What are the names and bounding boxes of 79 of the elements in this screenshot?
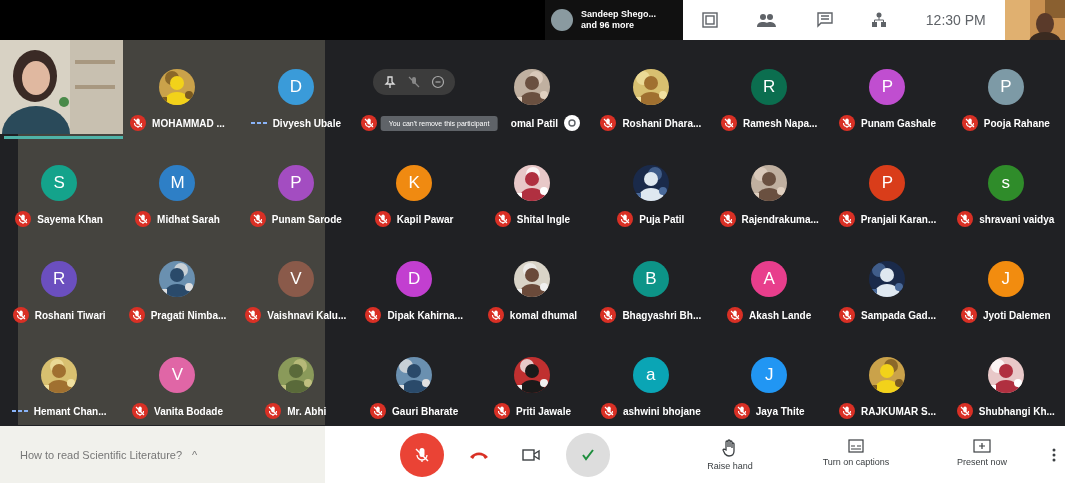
chat-icon[interactable] [817, 12, 833, 28]
participant-name: Hemant Chan... [33, 405, 107, 417]
participant-name: Priti Jawale [515, 405, 571, 417]
raise-hand-button[interactable]: Raise hand [670, 439, 790, 471]
clock: 12:30 PM [925, 12, 986, 28]
people-icon[interactable] [756, 12, 779, 28]
avatar: R [751, 69, 788, 105]
present-icon [973, 439, 991, 453]
participant-name: Midhat Sarah [157, 213, 220, 225]
present-button[interactable]: Present now [922, 439, 1042, 471]
participant-name: Gauri Bharate [392, 405, 459, 417]
participant-name: Roshani Tiwari [34, 309, 106, 321]
participant-name: Dipak Kahirna... [387, 309, 463, 321]
participant-name: Jyoti Dalemen [982, 309, 1051, 321]
participant-name: ashwini bhojane [622, 405, 701, 417]
participant-name: Punam Gashale [860, 117, 936, 129]
participant-name: Shital Ingle [516, 213, 571, 225]
presenter-avatar [551, 9, 573, 31]
participant-name: Ramesh Napa... [742, 117, 818, 129]
avatar: B [632, 261, 669, 297]
participant-name: Pooja Rahane [983, 117, 1050, 129]
participant-name: Bhagyashri Bh... [622, 309, 702, 321]
avatar: V [159, 357, 196, 393]
check-button[interactable] [566, 433, 610, 477]
participant-name: Punam Sarode [271, 213, 342, 225]
caret-icon[interactable]: ^ [192, 449, 198, 461]
participant-name: Divyesh Ubale [272, 117, 341, 129]
participant-name: RAJKUMAR S... [861, 405, 936, 417]
meeting-title[interactable]: How to read Scientific Literature? [20, 449, 183, 461]
presenter-name: Sandeep Shego... [581, 9, 656, 20]
avatar: P [277, 165, 314, 201]
avatar: M [159, 165, 196, 201]
participant-name: komal dhumal [509, 309, 578, 321]
participant-name: Pragati Nimba... [150, 309, 227, 321]
check-icon [580, 447, 596, 463]
participant-name: Sampada Gad... [860, 309, 936, 321]
avatar: K [396, 165, 433, 201]
avatar: V [277, 261, 314, 297]
layout-icon[interactable] [702, 12, 719, 28]
avatar: A [751, 261, 788, 297]
participant-name: shravani vaidya [979, 213, 1055, 225]
participant-count: and 96 more [581, 20, 636, 31]
avatar: S [41, 165, 78, 201]
avatar: J [987, 261, 1024, 297]
mic-off-icon [413, 446, 431, 464]
participant-name: Jaya Thite [755, 405, 805, 417]
avatar: P [869, 69, 906, 105]
more-options-button[interactable] [1052, 448, 1056, 462]
participant-name: Shubhangi Kh... [978, 405, 1055, 417]
avatar: J [751, 357, 788, 393]
avatar: R [41, 261, 78, 297]
phone-icon [469, 450, 489, 460]
participant-name: Puja Patil [639, 213, 685, 225]
participant-name: MOHAMMAD ... [152, 117, 225, 129]
participant-name: Kapil Pawar [396, 213, 454, 225]
avatar: a [632, 357, 669, 393]
mic-off-icon[interactable] [407, 75, 422, 89]
remove-icon[interactable] [431, 75, 446, 89]
participant-name: Sayema Khan [37, 213, 103, 225]
participant-name: Akash Lande [749, 309, 812, 321]
participant-name: Pranjali Karan... [860, 213, 937, 225]
more-icon [1052, 448, 1056, 462]
participant-name: omal Patil [510, 117, 559, 129]
avatar: P [987, 69, 1024, 105]
avatar: D [277, 69, 314, 105]
participant-name: Rajendrakuma... [741, 213, 819, 225]
avatar: s [987, 165, 1024, 201]
camera-icon [522, 448, 540, 462]
participant-name: Roshani Dhara... [622, 117, 702, 129]
avatar: P [869, 165, 906, 201]
captions-icon [848, 439, 864, 453]
captions-button[interactable]: Turn on captions [796, 439, 916, 471]
mic-button[interactable] [400, 433, 444, 477]
hand-icon [722, 439, 738, 457]
participant-name: Vaishnavi Kalu... [267, 309, 347, 321]
participant-name: Vanita Bodade [154, 405, 223, 417]
activities-icon[interactable] [871, 12, 888, 28]
participant-name: Mr. Abhi [287, 405, 327, 417]
avatar: D [396, 261, 433, 297]
